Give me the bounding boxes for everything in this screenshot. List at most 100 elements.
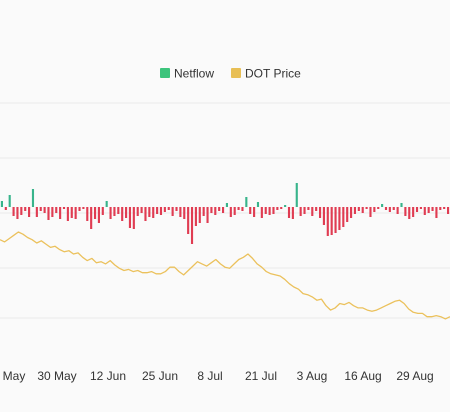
netflow-bar bbox=[446, 207, 450, 214]
legend-label: Netflow bbox=[174, 67, 214, 81]
netflow-bar bbox=[427, 207, 430, 213]
netflow-bar bbox=[303, 207, 306, 214]
netflow-bar bbox=[55, 207, 58, 213]
netflow-bar bbox=[144, 207, 147, 221]
netflow-bar bbox=[264, 207, 267, 214]
x-tick-label: 3 Aug bbox=[297, 369, 328, 383]
x-tick-label: 16 Aug bbox=[344, 369, 381, 383]
netflow-bar bbox=[388, 207, 391, 212]
netflow-bar bbox=[171, 207, 174, 216]
netflow-bar bbox=[140, 207, 143, 213]
netflow-bar bbox=[353, 207, 357, 214]
netflow-bar bbox=[51, 207, 54, 217]
netflow-bar bbox=[20, 207, 23, 215]
netflow-bar bbox=[334, 207, 337, 233]
x-tick-label: 30 May bbox=[37, 369, 76, 383]
netflow-bar bbox=[311, 207, 314, 216]
netflow-bar bbox=[59, 207, 62, 219]
netflow-bar bbox=[237, 207, 240, 210]
legend-swatch bbox=[160, 68, 170, 78]
netflow-bar bbox=[326, 207, 329, 236]
netflow-bar bbox=[280, 207, 283, 209]
netflow-bar bbox=[136, 207, 139, 216]
netflow-bar bbox=[202, 207, 205, 216]
netflow-bar bbox=[0, 201, 4, 207]
netflow-bar bbox=[256, 202, 260, 207]
netflow-bar bbox=[159, 207, 163, 215]
netflow-bar bbox=[245, 197, 248, 207]
netflow-bar bbox=[167, 207, 170, 210]
netflow-bar bbox=[179, 207, 182, 217]
netflow-bar bbox=[307, 207, 310, 210]
netflow-bar bbox=[43, 207, 46, 213]
netflow-bar bbox=[198, 207, 201, 223]
netflow-bar bbox=[225, 203, 228, 207]
netflow-bar bbox=[132, 207, 135, 229]
netflow-bar bbox=[443, 207, 446, 209]
netflow-bar bbox=[194, 207, 197, 226]
netflow-bar bbox=[396, 207, 399, 214]
netflow-bar bbox=[369, 207, 372, 217]
netflow-bar bbox=[435, 207, 438, 218]
netflow-bar bbox=[350, 207, 353, 218]
netflow-bar bbox=[175, 207, 178, 211]
netflow-price-chart: Netflow DOT Price May 30 May 12 Jun 25 Jun 8 … bbox=[0, 0, 450, 412]
netflow-bar bbox=[128, 207, 132, 228]
netflow-bar bbox=[384, 207, 388, 210]
netflow-bar bbox=[272, 207, 275, 214]
netflow-bar bbox=[412, 207, 415, 217]
x-tick-label: 12 Jun bbox=[90, 369, 126, 383]
netflow-bar bbox=[90, 207, 93, 229]
x-axis: May 30 May 12 Jun 25 Jun 8 Jul 21 Jul 3 Aug 16 … bbox=[3, 369, 434, 383]
netflow-bar bbox=[423, 207, 426, 215]
netflow-bar bbox=[408, 207, 411, 219]
netflow-bar bbox=[31, 189, 35, 207]
netflow-bar bbox=[276, 207, 279, 210]
netflow-bar bbox=[82, 207, 85, 209]
x-tick-label: 29 Aug bbox=[396, 369, 433, 383]
netflow-bar bbox=[365, 207, 368, 209]
x-tick-label: May bbox=[3, 369, 26, 383]
netflow-bar bbox=[373, 207, 376, 212]
netflow-bar bbox=[357, 207, 360, 211]
netflow-bar bbox=[431, 207, 434, 211]
netflow-bar bbox=[78, 207, 81, 211]
netflow-bar bbox=[163, 207, 166, 212]
x-tick-label: 21 Jul bbox=[245, 369, 277, 383]
x-tick-label: 25 Jun bbox=[142, 369, 178, 383]
netflow-bar bbox=[419, 207, 422, 209]
netflow-bar bbox=[28, 207, 31, 217]
netflow-bar bbox=[97, 207, 100, 223]
netflow-bar bbox=[260, 207, 263, 218]
netflow-bar bbox=[93, 207, 97, 219]
netflow-bar bbox=[404, 207, 407, 216]
chart-container: Netflow DOT Price May 30 May 12 Jun 25 Jun 8 … bbox=[0, 0, 450, 412]
netflow-bar bbox=[415, 207, 419, 212]
netflow-bar bbox=[121, 207, 124, 221]
netflow-bar bbox=[183, 207, 186, 219]
netflow-bar bbox=[105, 201, 108, 207]
netflow-bar bbox=[318, 207, 322, 218]
netflow-bar bbox=[221, 207, 225, 213]
netflow-bar bbox=[101, 207, 104, 215]
netflow-bar bbox=[24, 207, 27, 211]
netflow-bar bbox=[117, 207, 120, 214]
netflow-bar bbox=[330, 207, 333, 235]
netflow-bar bbox=[400, 203, 403, 207]
netflow-bar bbox=[218, 207, 221, 211]
netflow-bar bbox=[253, 207, 256, 217]
netflow-bar bbox=[70, 207, 73, 218]
netflow-bar bbox=[187, 207, 190, 234]
netflow-bar bbox=[47, 207, 50, 220]
netflow-bar bbox=[39, 207, 42, 211]
netflow-bar bbox=[113, 207, 116, 216]
netflow-bar bbox=[74, 207, 77, 219]
netflow-bar bbox=[287, 207, 291, 218]
netflow-bar bbox=[206, 207, 209, 223]
netflow-bar bbox=[342, 207, 345, 227]
x-tick-label: 8 Jul bbox=[197, 369, 222, 383]
netflow-bar bbox=[338, 207, 341, 230]
netflow-bar bbox=[190, 207, 194, 244]
netflow-bar bbox=[214, 207, 217, 215]
netflow-bar bbox=[156, 207, 159, 214]
